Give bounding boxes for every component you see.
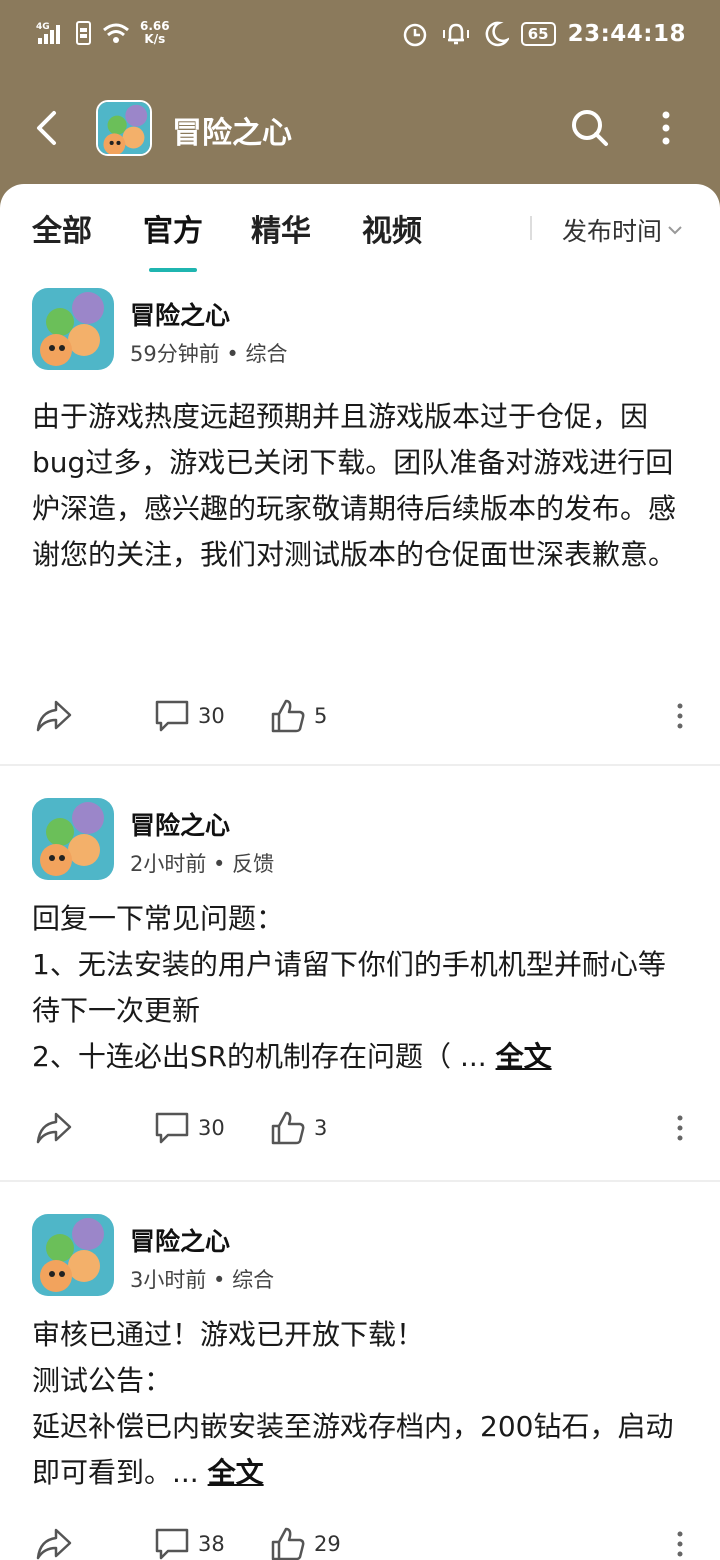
content-sheet: 全部 官方 精华 视频 发布时间 冒险之心 59分钟前 • 综合 由于游戏热度远… (0, 184, 720, 1560)
more-vertical-icon (676, 703, 684, 729)
post-meta: 59分钟前 • 综合 (130, 342, 288, 366)
avatar[interactable] (32, 288, 114, 370)
post-author[interactable]: 冒险之心 (130, 1222, 230, 1258)
moon-icon (483, 20, 509, 48)
more-options-button[interactable] (646, 104, 686, 152)
thumbs-up-icon (270, 1526, 306, 1560)
tab-official[interactable]: 官方 (143, 206, 203, 250)
post-actions: 38 29 (0, 1520, 720, 1560)
wifi-icon (102, 21, 130, 45)
post-author[interactable]: 冒险之心 (130, 806, 230, 842)
avatar[interactable] (32, 798, 114, 880)
sort-dropdown[interactable]: 发布时间 (562, 212, 682, 248)
comment-icon (154, 699, 190, 733)
post-meta: 3小时前 • 综合 (130, 1268, 275, 1292)
alarm-icon (401, 20, 429, 48)
page-title: 冒险之心 (172, 116, 292, 151)
tab-video[interactable]: 视频 (362, 206, 422, 250)
cellular-signal-icon: 4G (36, 20, 66, 46)
tab-all[interactable]: 全部 (32, 206, 92, 250)
share-button[interactable] (34, 1520, 74, 1560)
chevron-down-icon (668, 225, 682, 235)
network-speed: 6.66 K/s (140, 19, 170, 46)
more-vertical-icon (661, 111, 671, 145)
like-count: 5 (314, 704, 328, 728)
post-card[interactable]: 冒险之心 3小时前 • 综合 审核已通过！游戏已开放下载！ 测试公告： 延迟补偿… (0, 1214, 720, 1560)
like-count: 3 (314, 1116, 328, 1140)
app-header: 冒险之心 (0, 80, 720, 180)
share-icon (34, 1110, 74, 1146)
post-line: 审核已通过！游戏已开放下载！ (32, 1318, 425, 1351)
more-vertical-icon (676, 1531, 684, 1557)
share-icon (34, 1526, 74, 1560)
comment-button[interactable]: 38 (154, 1520, 225, 1560)
post-more-button[interactable] (676, 1104, 684, 1152)
post-more-button[interactable] (676, 1520, 684, 1560)
network-type: 4G (36, 22, 50, 32)
post-line: 延迟补偿已内嵌安装至游戏存档内，200钻石，启动即可看到。... 全文 (32, 1410, 674, 1489)
comment-button[interactable]: 30 (154, 1104, 225, 1152)
status-bar: 4G 6.66 K/s 65 23:44:18 (0, 0, 720, 72)
like-button[interactable]: 5 (270, 692, 327, 740)
clock: 23:44:18 (567, 21, 686, 47)
post-line: 回复一下常见问题： (32, 902, 285, 935)
comment-icon (154, 1527, 190, 1560)
post-card[interactable]: 冒险之心 2小时前 • 反馈 回复一下常见问题： 1、无法安装的用户请留下你们的… (0, 798, 720, 1182)
search-icon (570, 108, 610, 148)
back-arrow-icon (34, 110, 58, 146)
post-card[interactable]: 冒险之心 59分钟前 • 综合 由于游戏热度远超预期并且游戏版本过于仓促，因bu… (0, 288, 720, 766)
like-button[interactable]: 3 (270, 1104, 327, 1152)
thumbs-up-icon (270, 698, 306, 734)
post-body[interactable]: 审核已通过！游戏已开放下载！ 测试公告： 延迟补偿已内嵌安装至游戏存档内，200… (32, 1312, 692, 1496)
tab-bar: 全部 官方 精华 视频 发布时间 (0, 184, 720, 276)
tab-featured[interactable]: 精华 (251, 206, 311, 250)
post-body[interactable]: 由于游戏热度远超预期并且游戏版本过于仓促，因bug过多，游戏已关闭下载。团队准备… (32, 394, 692, 578)
post-line: 2、十连必出SR的机制存在问题（ ... 全文 (32, 1040, 552, 1073)
post-actions: 30 3 (0, 1104, 720, 1152)
post-line: 测试公告： (32, 1364, 173, 1397)
battery-indicator: 65 (520, 22, 556, 46)
share-icon (34, 698, 74, 734)
more-vertical-icon (676, 1115, 684, 1141)
comment-icon (154, 1111, 190, 1145)
share-button[interactable] (34, 692, 74, 740)
sim-icon (76, 20, 92, 46)
post-actions: 30 5 (0, 692, 720, 740)
post-author[interactable]: 冒险之心 (130, 296, 230, 332)
vibrate-bell-icon (441, 20, 471, 48)
post-meta: 2小时前 • 反馈 (130, 852, 275, 876)
comment-button[interactable]: 30 (154, 692, 225, 740)
full-text-link[interactable]: 全文 (208, 1456, 264, 1489)
tab-divider (530, 216, 532, 240)
post-body[interactable]: 回复一下常见问题： 1、无法安装的用户请留下你们的手机机型并耐心等待下一次更新 … (32, 896, 692, 1080)
game-logo-art (98, 102, 150, 154)
like-count: 29 (314, 1532, 341, 1556)
post-more-button[interactable] (676, 692, 684, 740)
like-button[interactable]: 29 (270, 1520, 341, 1560)
back-button[interactable] (24, 100, 68, 156)
post-divider (0, 764, 720, 766)
comment-count: 30 (198, 1116, 225, 1140)
post-line: 1、无法安装的用户请留下你们的手机机型并耐心等待下一次更新 (32, 948, 666, 1027)
sort-label: 发布时间 (562, 217, 663, 246)
game-logo[interactable] (96, 100, 152, 156)
full-text-link[interactable]: 全文 (496, 1040, 552, 1073)
thumbs-up-icon (270, 1110, 306, 1146)
search-button[interactable] (566, 104, 614, 152)
comment-count: 30 (198, 704, 225, 728)
share-button[interactable] (34, 1104, 74, 1152)
post-divider (0, 1180, 720, 1182)
comment-count: 38 (198, 1532, 225, 1556)
avatar[interactable] (32, 1214, 114, 1296)
active-tab-indicator (149, 268, 197, 272)
